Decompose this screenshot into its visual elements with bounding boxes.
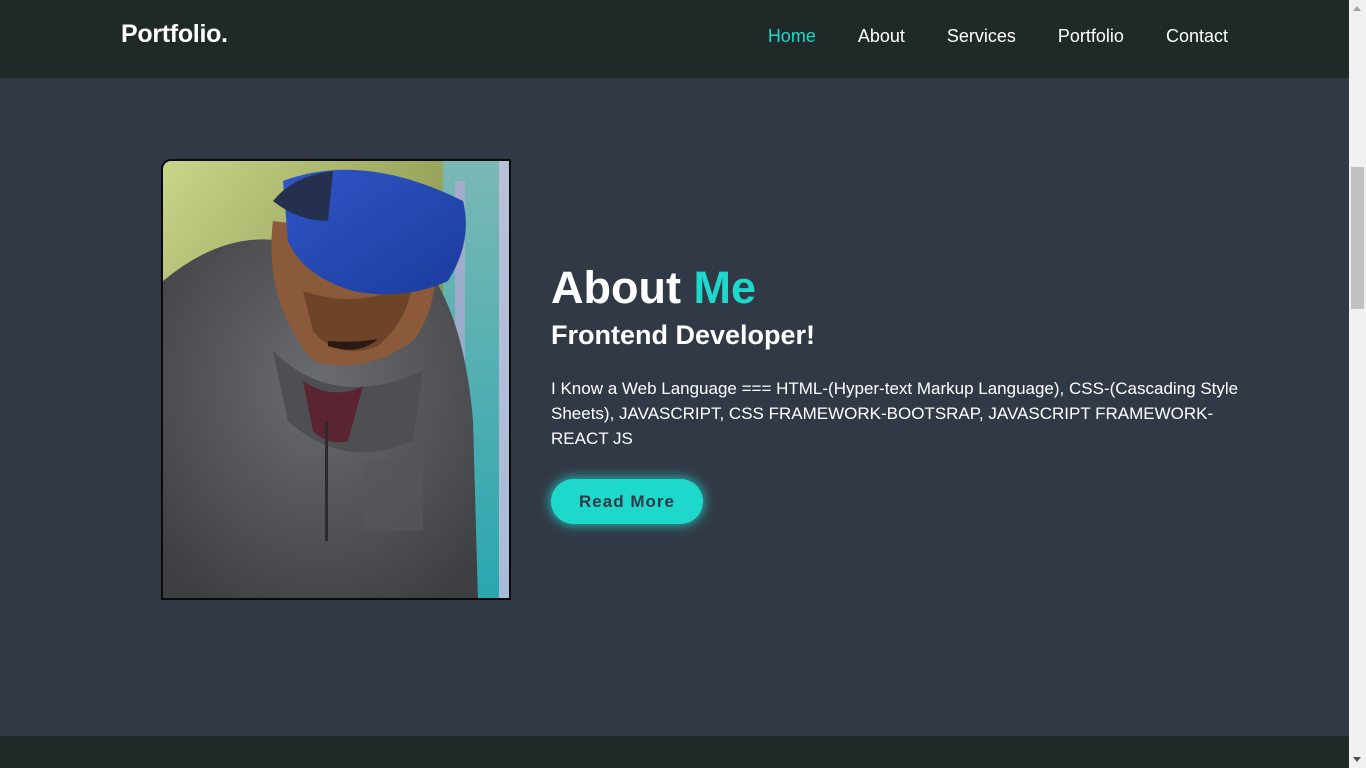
profile-photo-illustration [163,161,509,598]
nav-contact[interactable]: Contact [1166,26,1228,47]
profile-photo [161,159,511,600]
scroll-down-icon[interactable] [1353,757,1361,762]
site-header: Portfolio. Home About Services Portfolio… [0,0,1349,78]
main-nav: Home About Services Portfolio Contact [726,26,1228,47]
nav-about[interactable]: About [858,26,905,47]
scroll-up-icon[interactable] [1353,6,1361,11]
vertical-scrollbar[interactable] [1349,0,1366,768]
nav-portfolio[interactable]: Portfolio [1058,26,1124,47]
about-subtitle: Frontend Developer! [551,320,816,350]
nav-services[interactable]: Services [947,26,1016,47]
about-content: About Me Frontend Developer! I Know a We… [551,262,1241,451]
page: Portfolio. Home About Services Portfolio… [0,0,1349,768]
about-heading-main: About [551,262,681,313]
read-more-button[interactable]: Read More [551,479,703,524]
nav-home[interactable]: Home [768,26,816,47]
next-section-strip [0,736,1349,768]
about-heading: About Me [551,262,1241,314]
about-heading-accent: Me [693,262,756,313]
about-description: I Know a Web Language === HTML-(Hyper-te… [551,379,1239,448]
scroll-thumb[interactable] [1351,167,1364,309]
logo[interactable]: Portfolio. [121,20,228,49]
